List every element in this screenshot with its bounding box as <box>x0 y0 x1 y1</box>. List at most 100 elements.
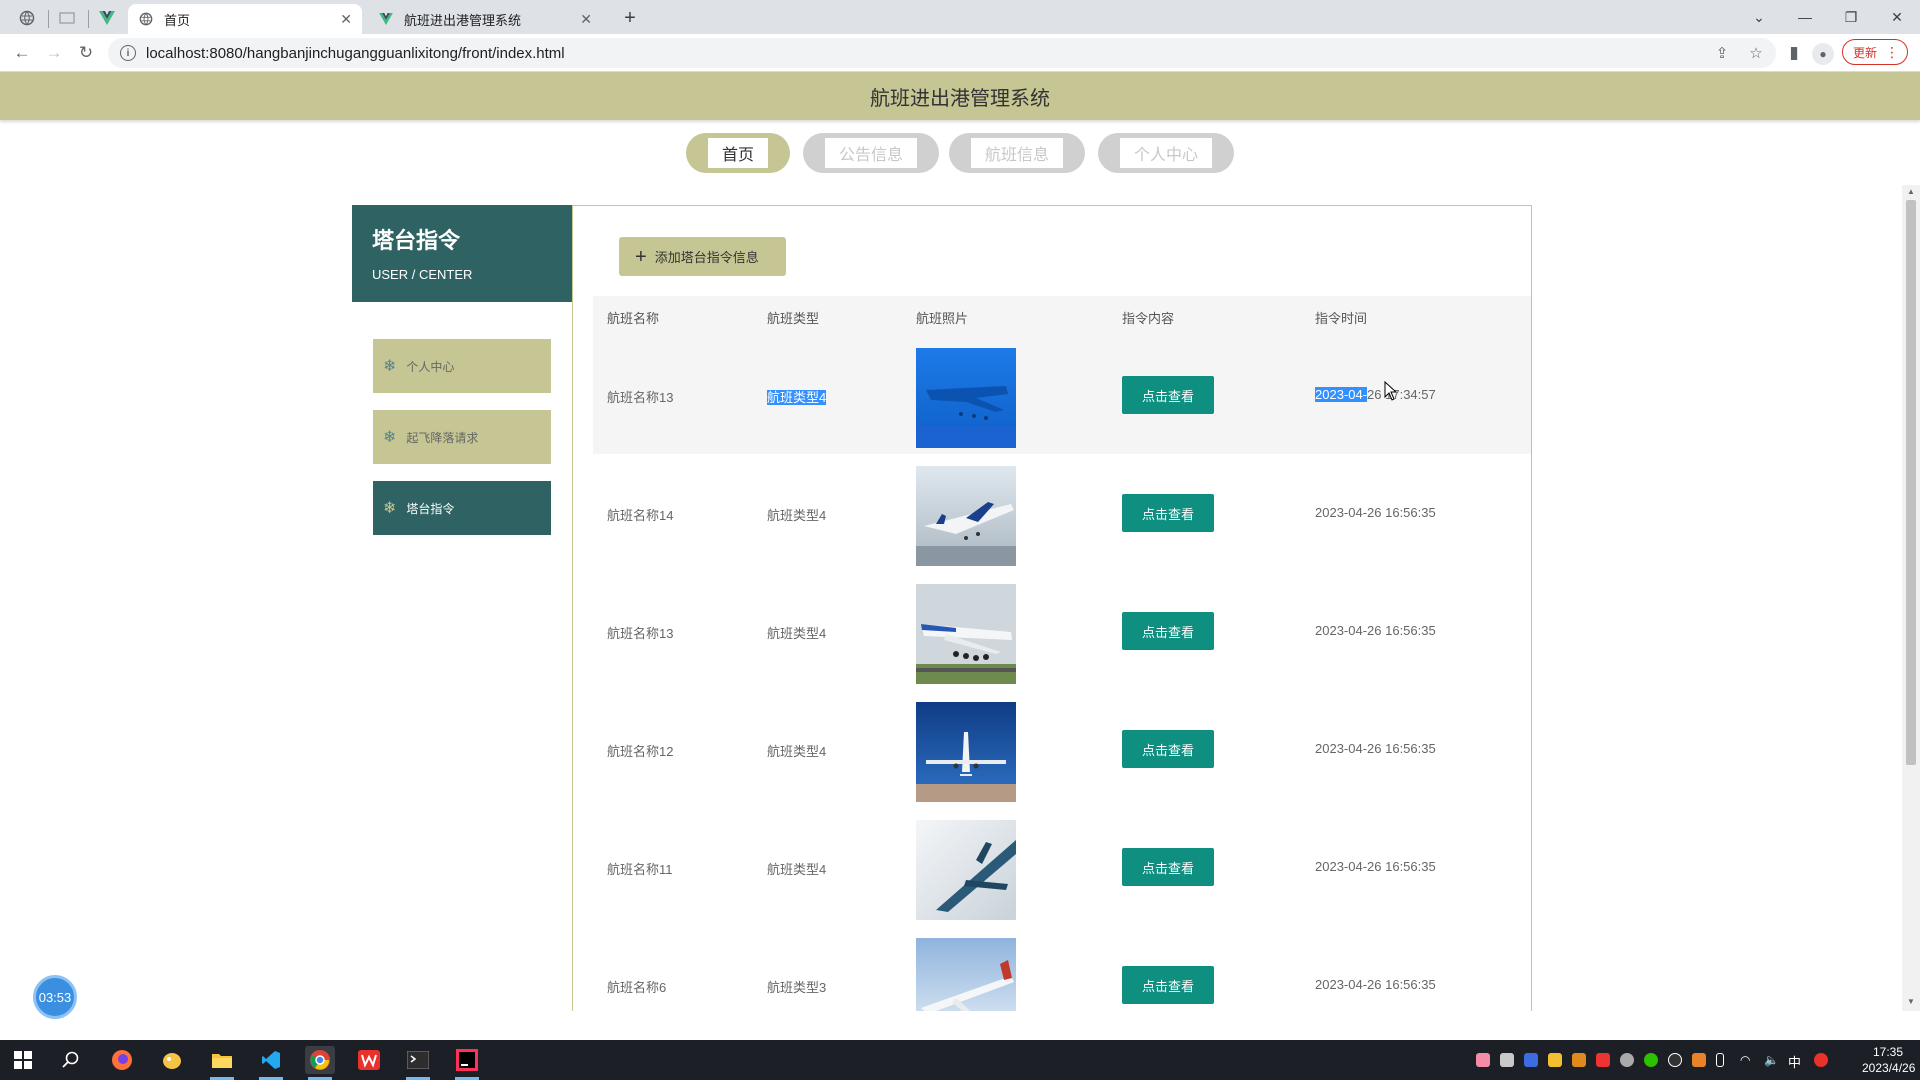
terminal-icon[interactable] <box>403 1046 433 1074</box>
flight-photo[interactable] <box>916 820 1016 920</box>
back-arrow-icon[interactable]: ← <box>8 39 36 67</box>
timer-badge[interactable]: 03:53 <box>33 975 77 1019</box>
tray-app-icon[interactable] <box>1572 1053 1586 1067</box>
scrollbar-thumb[interactable] <box>1906 200 1916 765</box>
tab-title: 航班进出港管理系统 <box>404 12 522 28</box>
tray-app-icon[interactable] <box>1692 1053 1706 1067</box>
nav-announcements[interactable]: 公告信息 <box>803 133 939 173</box>
flight-type-cell: 航班类型3 <box>767 980 827 995</box>
share-icon[interactable]: ⇪ <box>1708 38 1736 68</box>
plus-icon: + <box>635 245 647 268</box>
table-row[interactable]: 航班名称14 航班类型4 点击查看 2023-04-26 16:56:35 <box>593 454 1531 572</box>
page-scrollbar[interactable]: ▲ ▼ <box>1902 185 1920 1011</box>
nav-flight-info[interactable]: 航班信息 <box>949 133 1085 173</box>
flight-photo[interactable] <box>916 348 1016 448</box>
profile-avatar-icon[interactable]: ● <box>1812 43 1834 65</box>
flight-photo[interactable] <box>916 466 1016 566</box>
view-command-button[interactable]: 点击查看 <box>1122 612 1214 650</box>
sidebar-item-tower-command[interactable]: ❄ 塔台指令 <box>373 481 551 535</box>
view-command-button[interactable]: 点击查看 <box>1122 730 1214 768</box>
intellij-icon[interactable] <box>452 1046 482 1074</box>
scroll-down-arrow-icon[interactable]: ▼ <box>1906 997 1916 1007</box>
update-button[interactable]: 更新 ⋮ <box>1842 39 1908 65</box>
flight-photo[interactable] <box>916 702 1016 802</box>
view-command-button[interactable]: 点击查看 <box>1122 494 1214 532</box>
close-tab-icon[interactable]: ✕ <box>580 11 592 28</box>
wps-icon[interactable] <box>354 1046 384 1074</box>
tab-home[interactable]: 首页 ✕ <box>128 4 362 34</box>
tray-app-icon[interactable] <box>1500 1053 1514 1067</box>
tab-search-chevron-icon[interactable]: ⌄ <box>1736 0 1782 34</box>
ime-indicator[interactable]: 中 <box>1788 1052 1801 1071</box>
add-tower-command-button[interactable]: + 添加塔台指令信息 <box>619 237 786 276</box>
flight-name-cell: 航班名称6 <box>607 980 667 995</box>
sidebar-item-takeoff-landing[interactable]: ❄ 起飞降落请求 <box>373 410 551 464</box>
address-bar[interactable]: i localhost:8080/hangbanjinchugangguanli… <box>108 38 1776 68</box>
flight-type-cell: 航班类型4 <box>767 508 827 523</box>
qq-icon[interactable] <box>1668 1053 1682 1067</box>
scroll-up-arrow-icon[interactable]: ▲ <box>1906 187 1916 197</box>
chrome-icon[interactable] <box>305 1046 335 1074</box>
restore-button[interactable]: ❐ <box>1828 0 1874 34</box>
command-time-cell: 2023-04-26 16:56:35 <box>1315 505 1436 520</box>
bookmark-star-icon[interactable]: ☆ <box>1742 38 1770 68</box>
search-icon[interactable] <box>56 1046 86 1074</box>
column-header: 指令时间 <box>1315 311 1368 326</box>
url-text: localhost:8080/hangbanjinchugangguanlixi… <box>146 44 565 62</box>
tray-app-icon[interactable] <box>1476 1053 1490 1067</box>
side-panel-icon[interactable]: ▮ <box>1780 39 1808 67</box>
close-tab-icon[interactable]: ✕ <box>340 11 352 28</box>
globe-icon <box>138 11 154 27</box>
site-info-icon[interactable]: i <box>120 45 136 61</box>
flight-photo[interactable] <box>916 938 1016 1011</box>
tray-app-icon[interactable] <box>1548 1053 1562 1067</box>
column-header: 航班名称 <box>607 311 660 326</box>
column-header: 航班照片 <box>916 311 969 326</box>
tray-app-icon[interactable] <box>1620 1053 1634 1067</box>
flight-name-cell: 航班名称14 <box>607 508 674 523</box>
nav-personal-center[interactable]: 个人中心 <box>1098 133 1234 173</box>
volume-icon[interactable]: 🔈 <box>1764 1053 1779 1067</box>
snowflake-icon: ❄ <box>383 500 397 517</box>
close-window-button[interactable]: ✕ <box>1874 0 1920 34</box>
flight-type-cell: 航班类型4 <box>767 387 827 406</box>
file-explorer-icon[interactable] <box>207 1046 237 1074</box>
flight-photo[interactable] <box>916 584 1016 684</box>
sogou-icon[interactable] <box>1814 1053 1828 1067</box>
view-command-button[interactable]: 点击查看 <box>1122 848 1214 886</box>
new-tab-button[interactable]: + <box>616 4 644 32</box>
tray-app-icon[interactable] <box>1596 1053 1610 1067</box>
table-row[interactable]: 航班名称13 航班类型4 点击查看 2023-04-26 16:56:35 <box>593 572 1531 690</box>
sidebar-item-personal-center[interactable]: ❄ 个人中心 <box>373 339 551 393</box>
app-icon[interactable] <box>157 1046 187 1074</box>
wechat-icon[interactable] <box>1644 1053 1658 1067</box>
firefox-icon[interactable] <box>107 1046 137 1074</box>
vue-icon <box>378 11 394 27</box>
wifi-icon[interactable]: ◠ <box>1740 1053 1754 1067</box>
reload-icon[interactable]: ↻ <box>72 39 100 67</box>
snowflake-icon: ❄ <box>383 429 397 446</box>
tray-app-icon[interactable] <box>1524 1053 1538 1067</box>
table-row[interactable]: 航班名称12 航班类型4 点击查看 2023-04-26 16:56:35 <box>593 690 1531 808</box>
forward-arrow-icon[interactable]: → <box>40 39 68 67</box>
nav-home[interactable]: 首页 <box>686 133 790 173</box>
usb-icon[interactable] <box>1716 1053 1724 1067</box>
pinned-tab-globe-icon[interactable] <box>10 4 44 32</box>
tab-flight-system[interactable]: 航班进出港管理系统 ✕ <box>368 4 602 34</box>
view-command-button[interactable]: 点击查看 <box>1122 376 1214 414</box>
table-row[interactable]: 航班名称6 航班类型3 点击查看 2023-04-26 16:56:35 <box>593 926 1531 1011</box>
view-command-button[interactable]: 点击查看 <box>1122 966 1214 1004</box>
windows-start-icon[interactable] <box>8 1046 38 1074</box>
command-time-cell: 2023-04-26 16:56:35 <box>1315 977 1436 992</box>
command-time-cell: 2023-04-26 17:34:57 <box>1315 387 1436 402</box>
table-row[interactable]: 航班名称11 航班类型4 点击查看 2023-04-26 16:56:35 <box>593 808 1531 926</box>
flight-type-cell: 航班类型4 <box>767 744 827 759</box>
vscode-icon[interactable] <box>256 1046 286 1074</box>
minimize-button[interactable]: — <box>1782 0 1828 34</box>
browser-toolbar: ← → ↻ i localhost:8080/hangbanjinchugang… <box>0 34 1920 72</box>
sidebar-item-label: 起飞降落请求 <box>406 430 479 445</box>
taskbar-clock[interactable]: 17:35 2023/4/26 <box>1862 1044 1915 1076</box>
nav-personal-center-label: 个人中心 <box>1119 138 1212 168</box>
pinned-tab-blank-icon[interactable] <box>50 4 84 32</box>
pinned-tab-vue-icon[interactable] <box>90 4 124 32</box>
